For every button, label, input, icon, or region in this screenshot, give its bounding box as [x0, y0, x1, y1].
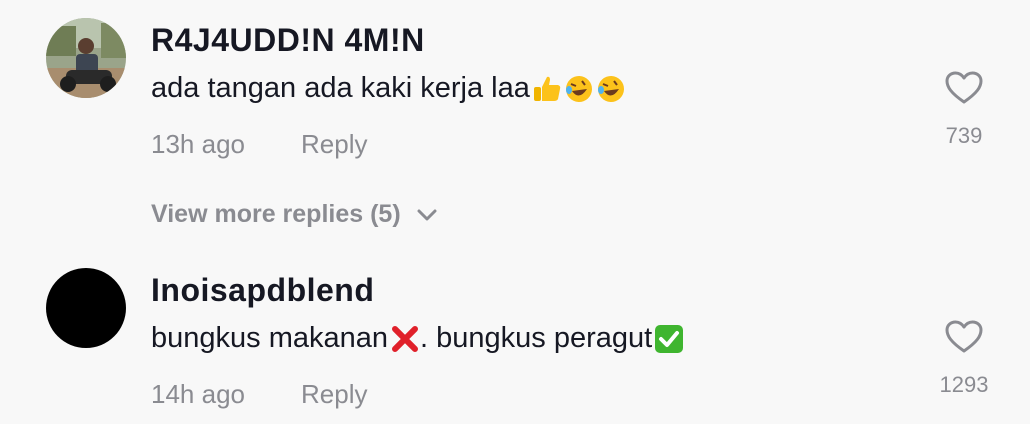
thumbs-up-emoji-icon	[532, 74, 562, 104]
view-more-replies-label: View more replies (5)	[151, 200, 401, 228]
comment-text: ada tangan ada kaki kerja laa	[151, 72, 626, 105]
reply-button[interactable]: Reply	[301, 129, 367, 160]
comment-timestamp: 13h ago	[151, 129, 245, 159]
comment-meta: 14h ago Reply	[151, 379, 367, 410]
heart-icon[interactable]	[945, 71, 983, 105]
rofl-emoji-icon	[596, 74, 626, 104]
avatar[interactable]	[46, 268, 126, 348]
comment-text: bungkus makanan . bungkus peragut	[151, 322, 684, 355]
user-photo-icon	[46, 18, 126, 98]
avatar[interactable]	[46, 18, 126, 98]
cross-mark-emoji-icon	[390, 324, 420, 354]
comment-text-content: ada tangan ada kaki kerja laa	[151, 72, 530, 104]
view-more-replies-button[interactable]: View more replies (5)	[151, 200, 437, 229]
rofl-emoji-icon	[564, 74, 594, 104]
reply-button[interactable]: Reply	[301, 379, 367, 410]
comment-username[interactable]: Inoisapdblend	[151, 272, 374, 309]
chevron-down-icon	[417, 209, 437, 220]
comment-text-part: . bungkus peragut	[420, 322, 653, 354]
like-control[interactable]: 1293	[924, 320, 1004, 398]
comment-timestamp: 14h ago	[151, 379, 245, 409]
comment-meta: 13h ago Reply	[151, 129, 367, 160]
comment-text-part: bungkus makanan	[151, 322, 388, 354]
check-mark-emoji-icon	[654, 324, 684, 354]
like-count: 739	[945, 123, 983, 148]
like-count: 1293	[939, 372, 989, 397]
like-control[interactable]: 739	[924, 71, 1004, 149]
heart-icon[interactable]	[945, 320, 983, 354]
comment-username[interactable]: R4J4UDD!N 4M!N	[151, 22, 425, 59]
